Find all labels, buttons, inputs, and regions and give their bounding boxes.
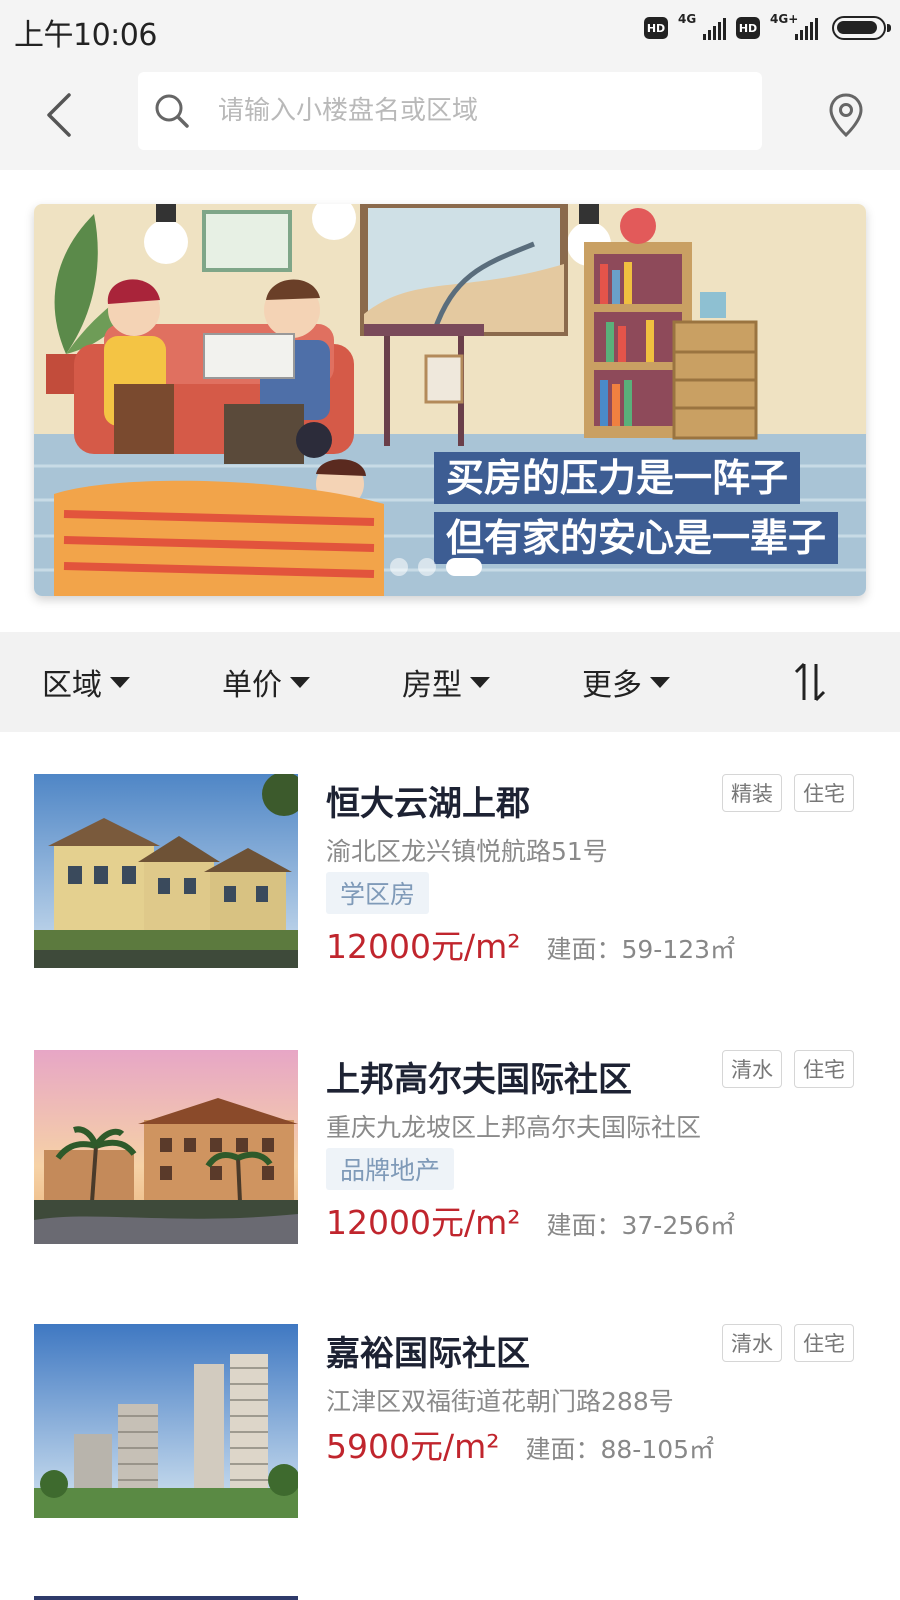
listing-title: 嘉裕国际社区 [326,1334,530,1374]
area-label: 建面： [546,935,622,964]
filter-region[interactable]: 区域 [42,632,130,732]
listing-item[interactable]: 上邦高尔夫国际社区 清水 住宅 重庆九龙坡区上邦高尔夫国际社区 品牌地产 120… [0,1050,900,1300]
filter-label: 房型 [402,668,462,703]
location-pin-icon [829,93,863,137]
banner-caption-line-2: 但有家的安心是一辈子 [434,512,839,564]
location-button[interactable] [822,88,870,142]
listing-item[interactable]: 恒大云湖上郡 精装 住宅 渝北区龙兴镇悦航路51号 学区房 12000元/m² … [0,774,900,1024]
search-icon [154,93,190,129]
listing-price: 5900元/m² [326,1427,500,1466]
listing-price-row: 12000元/m² 建面： 37-256㎡ [326,1196,735,1244]
listing-photo [34,1050,298,1244]
area-label: 建面： [546,1211,622,1240]
area-value: 59-123㎡ [621,935,736,964]
sort-button[interactable] [790,660,830,704]
listing-feature-badge: 学区房 [326,872,430,914]
listing-photo [34,1324,298,1518]
listing-price: 12000元/m² [326,1203,521,1242]
network-type-label: 4G [678,12,697,26]
signal-icon: 4G [678,12,726,42]
filter-layout[interactable]: 房型 [402,632,490,732]
promo-banner[interactable]: 买房的压力是一阵子 但有家的安心是一辈子 [34,204,866,596]
listing-tag: 住宅 [794,1050,854,1088]
listing-tag: 住宅 [794,1324,854,1362]
area-label: 建面： [525,1435,601,1464]
filter-label: 单价 [222,668,282,703]
sort-arrows-icon [794,662,826,702]
hd-badge: HD [644,17,668,39]
listing-feature-badge: 品牌地产 [326,1148,455,1190]
caret-down-icon [470,676,490,688]
area-value: 88-105㎡ [600,1435,715,1464]
listing-tags: 清水 住宅 [722,1324,854,1362]
listing-address: 江津区双福街道花朝门路288号 [326,1387,674,1416]
filter-unit-price[interactable]: 单价 [222,632,310,732]
listing-tag: 清水 [722,1050,782,1088]
banner-dot[interactable] [390,558,408,576]
banner-caption-line-1: 买房的压力是一阵子 [434,452,801,504]
caret-down-icon [290,676,310,688]
filter-label: 区域 [42,668,102,703]
banner-dot[interactable] [418,558,436,576]
caret-down-icon [110,676,130,688]
area-value: 37-256㎡ [621,1211,736,1240]
listing-title: 上邦高尔夫国际社区 [326,1060,632,1100]
filter-bar: 区域 单价 房型 更多 [0,632,900,732]
listing-price-row: 5900元/m² 建面： 88-105㎡ [326,1420,714,1468]
status-time: 上午10:06 [14,18,157,53]
search-input[interactable] [218,96,738,126]
filter-more[interactable]: 更多 [582,632,670,732]
listing-item[interactable]: 嘉裕国际社区 清水 住宅 江津区双福街道花朝门路288号 5900元/m² 建面… [0,1324,900,1574]
next-listing-peek [34,1596,298,1600]
listing-address: 重庆九龙坡区上邦高尔夫国际社区 [326,1113,702,1142]
back-button[interactable] [30,82,86,148]
header [0,60,900,170]
listing-photo [34,774,298,968]
listing-price: 12000元/m² [326,927,521,966]
caret-down-icon [650,676,670,688]
listing-tags: 清水 住宅 [722,1050,854,1088]
listing-tag: 精装 [722,774,782,812]
search-box[interactable] [138,72,762,150]
listing-tags: 精装 住宅 [722,774,854,812]
listing-title: 恒大云湖上郡 [326,784,530,824]
listing-tag: 清水 [722,1324,782,1362]
status-indicators: HD 4G HD 4G+ [644,12,891,44]
filter-label: 更多 [582,668,642,703]
status-bar: 上午10:06 HD 4G HD 4G+ [0,0,900,60]
hd-badge: HD [736,17,760,39]
banner-caption: 买房的压力是一阵子 但有家的安心是一辈子 [34,204,866,596]
listing-price-row: 12000元/m² 建面： 59-123㎡ [326,920,735,968]
battery-icon [832,16,891,40]
signal-icon: 4G+ [770,12,818,42]
banner-pagination [390,558,482,576]
banner-dot-active[interactable] [446,558,482,576]
chevron-left-icon [47,93,71,137]
listing-address: 渝北区龙兴镇悦航路51号 [326,837,608,866]
listing-tag: 住宅 [794,774,854,812]
